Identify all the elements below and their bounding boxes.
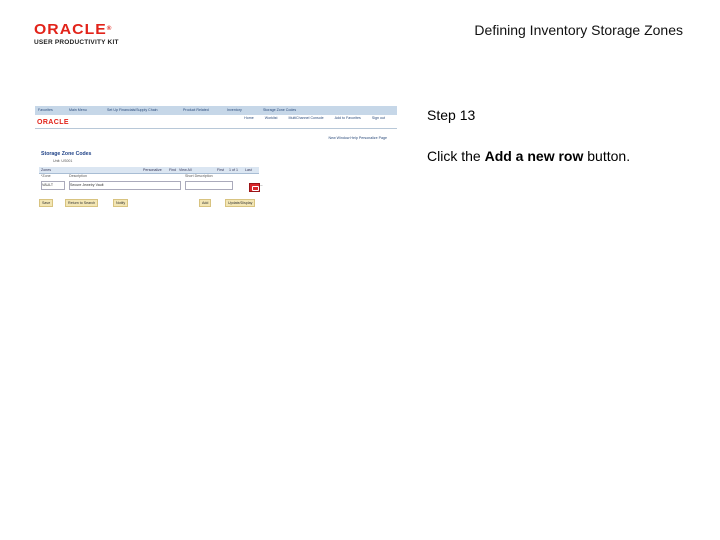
breadcrumb-item[interactable]: Favorites	[38, 108, 53, 112]
favorites-link[interactable]: Add to Favorites	[335, 116, 361, 120]
page-links[interactable]: New Window Help Personalize Page	[328, 136, 387, 140]
notify-button[interactable]: Notify	[113, 199, 129, 207]
breadcrumb-item[interactable]: Product Related	[183, 108, 209, 112]
screenshot-oracle-logo: ORACLE	[37, 119, 69, 126]
grid-title: Zones	[41, 168, 51, 172]
oracle-upk-logo: ORACLE® USER PRODUCTIVITY KIT	[34, 22, 126, 48]
breadcrumb-item[interactable]: Inventory	[227, 108, 242, 112]
column-short-description: Short Description	[185, 174, 213, 178]
document-title: Defining Inventory Storage Zones	[474, 22, 683, 38]
grid-header: Zones Personalize Find View All First 1 …	[39, 167, 259, 174]
top-links: Home Worklist MultiChannel Console Add t…	[234, 116, 385, 120]
short-description-field[interactable]	[185, 181, 233, 190]
column-zone: *Zone	[41, 174, 51, 178]
return-to-search-button[interactable]: Return to Search	[65, 199, 99, 207]
application-screenshot: Favorites Main Menu Set Up Financials/Su…	[35, 106, 397, 210]
update-display-button[interactable]: Update/Display	[225, 199, 256, 207]
breadcrumb-bar: Favorites Main Menu Set Up Financials/Su…	[35, 106, 397, 115]
personalize-link[interactable]: Personalize	[143, 168, 162, 172]
worklist-link[interactable]: Worklist	[265, 116, 278, 120]
page-title: Storage Zone Codes	[41, 151, 92, 157]
breadcrumb-item[interactable]: Main Menu	[69, 108, 87, 112]
multichannel-link[interactable]: MultiChannel Console	[288, 116, 323, 120]
description-field[interactable]: Secure Jewelry Vault	[69, 181, 181, 190]
find-link[interactable]: Find	[169, 168, 176, 172]
column-headers: *Zone Description Short Description	[39, 174, 259, 179]
unit-label: Unit: US001	[53, 159, 73, 163]
step-instruction: Click the Add a new row button.	[427, 148, 631, 164]
row-count: 1 of 1	[229, 168, 238, 172]
breadcrumb-item[interactable]: Set Up Financials/Supply Chain	[107, 108, 158, 112]
save-button[interactable]: Save	[39, 199, 54, 207]
divider	[35, 128, 397, 129]
table-row: VAULT Secure Jewelry Vault	[39, 181, 259, 190]
home-link[interactable]: Home	[244, 116, 254, 120]
breadcrumb-item[interactable]: Storage Zone Codes	[263, 108, 296, 112]
column-description: Description	[69, 174, 87, 178]
last-link[interactable]: Last	[245, 168, 252, 172]
delete-row-icon[interactable]: −	[260, 184, 265, 189]
step-label: Step 13	[427, 107, 476, 123]
instruction-highlight: Add a new row	[484, 148, 584, 164]
zone-field[interactable]: VAULT	[41, 181, 65, 190]
add-button[interactable]: Add	[199, 199, 212, 207]
brand-wordmark: ORACLE®	[34, 21, 113, 38]
view-all-link[interactable]: View All	[179, 168, 192, 172]
bottom-toolbar: Save Return to Search Notify Add Update/…	[39, 199, 267, 207]
brand-subtitle: USER PRODUCTIVITY KIT	[34, 39, 119, 46]
signout-link[interactable]: Sign out	[372, 116, 385, 120]
first-link[interactable]: First	[217, 168, 224, 172]
add-row-button[interactable]	[249, 183, 260, 192]
